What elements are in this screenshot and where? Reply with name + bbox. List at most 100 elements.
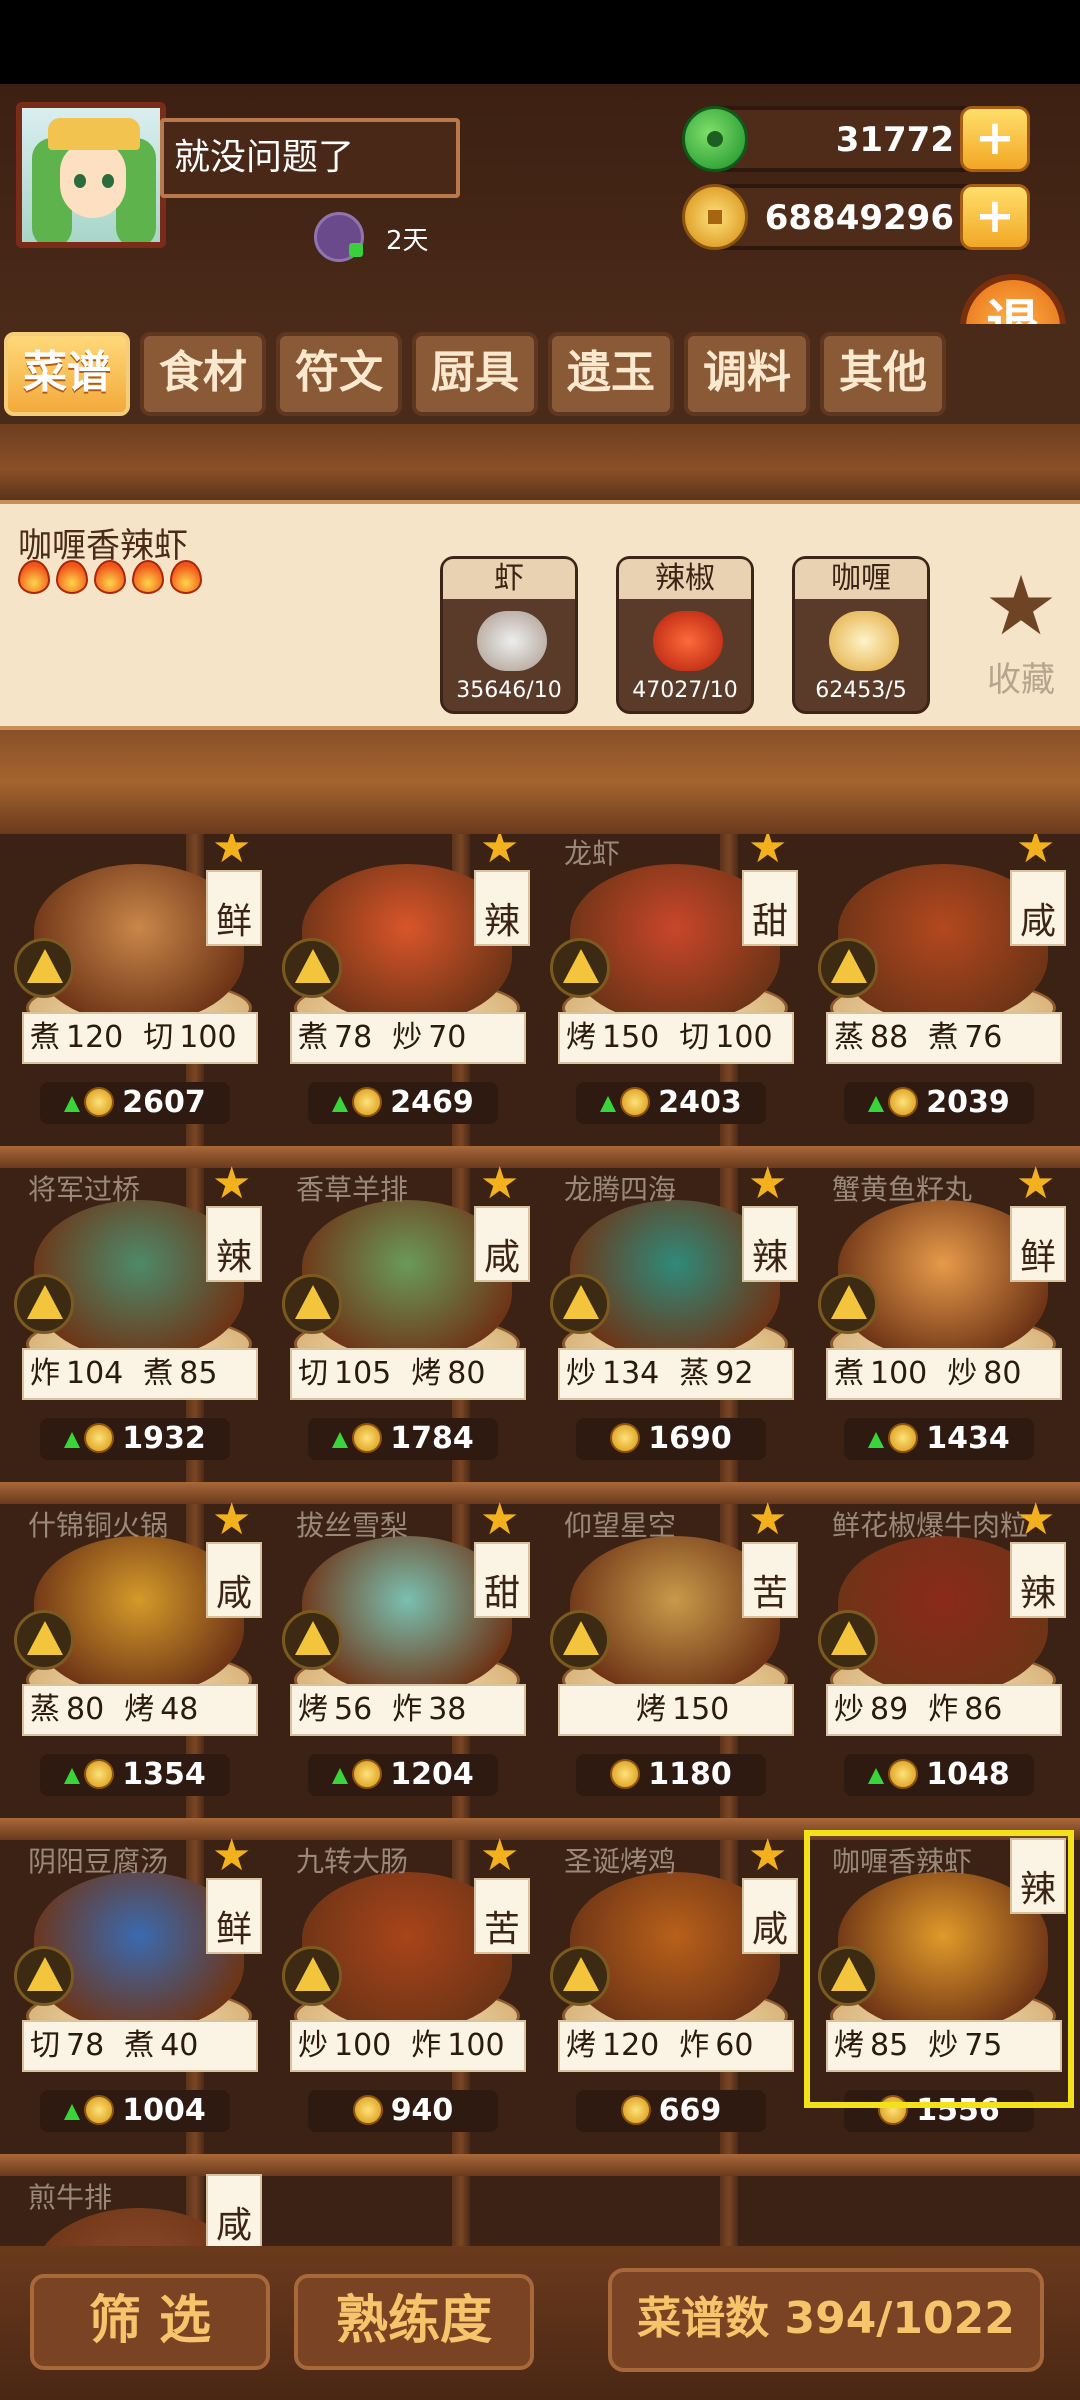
tab-ingredients[interactable]: 食材: [140, 332, 266, 416]
skill-name: 炸: [392, 1692, 423, 1727]
skill-name: 炸: [30, 1356, 60, 1391]
skill-name: 烤: [566, 2028, 596, 2063]
player-avatar[interactable]: [16, 102, 166, 248]
recipe-price: 1048: [844, 1754, 1034, 1796]
recipe-card[interactable]: 煎牛排 咸: [6, 2172, 264, 2246]
recipe-card[interactable]: 香草羊排 ★ 咸切 105 烤 80 1784: [274, 1162, 532, 1500]
price-value: 1784: [390, 1421, 474, 1456]
recipe-card[interactable]: 龙腾四海 ★ 辣炒 134 蒸 92 1690: [542, 1162, 800, 1500]
recipe-card[interactable]: 九转大肠 ★ 苦炒 100 炸 100 940: [274, 1834, 532, 2172]
skill-requirements: 烤 150: [558, 1684, 794, 1736]
tab-recipes[interactable]: 菜谱: [4, 332, 130, 416]
skill-requirements: 切 105 烤 80: [290, 1348, 526, 1400]
skill-value: 78: [334, 1020, 373, 1055]
recipe-name: 阴阳豆腐汤: [28, 1845, 169, 1878]
skill-value: 120: [602, 2028, 660, 2063]
filter-button[interactable]: 筛 选: [30, 2274, 270, 2370]
skill-value: 100: [715, 1020, 773, 1055]
recipe-card[interactable]: ★ 鲜煮 120 切 100 2607: [6, 834, 264, 1164]
skill-requirements: 烤 150 切 100: [558, 1012, 794, 1064]
tab-runes[interactable]: 符文: [276, 332, 402, 416]
star-icon: ★: [212, 834, 252, 873]
coin-icon: [352, 1759, 383, 1789]
skill-name: 切: [679, 1020, 710, 1055]
recipe-card[interactable]: 拔丝雪梨 ★ 甜烤 56 炸 38 1204: [274, 1498, 532, 1836]
recipe-card[interactable]: 阴阳豆腐汤 ★ 鲜切 78 煮 40 1004: [6, 1834, 264, 2172]
price-value: 2403: [658, 1085, 742, 1120]
tab-kitchenware[interactable]: 厨具: [412, 332, 538, 416]
recipe-card[interactable]: 鲜花椒爆牛肉粒 ★ 辣炒 89 炸 86 1048: [810, 1498, 1068, 1836]
add-jade-button[interactable]: +: [960, 106, 1030, 172]
price-value: 2469: [390, 1085, 474, 1120]
recipe-card[interactable]: 什锦铜火锅 ★ 咸蒸 80 烤 48 1354: [6, 1498, 264, 1836]
ingredient-count: 47027/10: [632, 678, 738, 703]
skill-value: 80: [66, 1692, 105, 1727]
recipe-price: 669: [576, 2090, 766, 2132]
rank-badge-icon: [14, 1274, 74, 1334]
recipe-card[interactable]: 将军过桥 ★ 辣炸 104 煮 85 1932: [6, 1158, 264, 1500]
flavor-badge: 咸: [206, 2174, 262, 2246]
skill-name: 蒸: [679, 1356, 710, 1391]
coin-icon: [620, 1087, 651, 1117]
proficiency-button[interactable]: 熟练度: [294, 2274, 534, 2370]
rank-badge-icon: [818, 1610, 878, 1670]
status-bar: [0, 0, 1080, 84]
jade-value: 31772: [835, 120, 954, 160]
player-name[interactable]: 就没问题了: [160, 118, 460, 198]
flavor-badge: 鲜: [206, 870, 262, 946]
ingredient-curry[interactable]: 咖喱 62453/5: [792, 556, 930, 714]
flavor-badge: 辣: [474, 870, 530, 946]
skill-name: 炒: [834, 1692, 864, 1727]
skill-requirements: 炒 100 炸 100: [290, 2020, 526, 2072]
flavor-badge: 咸: [474, 1206, 530, 1282]
coin-icon: [84, 1423, 115, 1453]
coin-icon: [352, 2095, 383, 2125]
recipe-card[interactable]: ★ 咸蒸 88 煮 76 2039: [810, 834, 1068, 1164]
coin-icon: [610, 1423, 641, 1453]
ingredient-shrimp[interactable]: 虾 35646/10: [440, 556, 578, 714]
skill-value: 104: [66, 1356, 124, 1391]
recipe-card[interactable]: 圣诞烤鸡 ★ 咸烤 120 炸 60 669: [542, 1834, 800, 2172]
recipe-price: 2469: [308, 1082, 498, 1124]
flavor-badge: 鲜: [206, 1878, 262, 1954]
recipe-card[interactable]: 龙虾 ★ 甜烤 150 切 100 2403: [542, 834, 800, 1164]
recipe-price: 1180: [576, 1754, 766, 1796]
ingredient-label: 咖喱: [795, 559, 927, 599]
skill-name: 煮: [30, 1020, 60, 1055]
skill-value: 89: [870, 1692, 909, 1727]
ingredient-chili[interactable]: 辣椒 47027/10: [616, 556, 754, 714]
skill-value: 38: [428, 1692, 467, 1727]
recipe-name: 蟹黄鱼籽丸: [832, 1173, 973, 1206]
header: 就没问题了 2天 31772 + 68849296 + 退: [0, 84, 1080, 380]
coin-icon: [888, 1759, 919, 1789]
skill-value: 85: [179, 1356, 218, 1391]
skill-value: 100: [447, 2028, 505, 2063]
tab-other[interactable]: 其他: [820, 332, 946, 416]
skill-name: 炸: [928, 1692, 959, 1727]
recipe-card[interactable]: 仰望星空 ★ 苦烤 150 1180: [542, 1498, 800, 1836]
skill-value: 150: [672, 1692, 730, 1727]
skill-requirements: 烤 56 炸 38: [290, 1684, 526, 1736]
star-icon: ★: [1016, 834, 1056, 873]
skill-value: 86: [964, 1692, 1003, 1727]
skill-requirements: 蒸 80 烤 48: [22, 1684, 258, 1736]
tab-seasoning[interactable]: 调料: [684, 332, 810, 416]
vip-icon[interactable]: [314, 212, 364, 262]
skill-name: 炒: [298, 2028, 328, 2063]
chili-icon: [653, 611, 723, 671]
tab-relic-jade[interactable]: 遗玉: [548, 332, 674, 416]
recipe-count: 菜谱数 394/1022: [608, 2268, 1044, 2372]
recipe-card[interactable]: ★ 辣煮 78 炒 70 2469: [274, 834, 532, 1164]
favorite-button[interactable]: ★ 收藏: [976, 562, 1066, 702]
recipe-name: 拔丝雪梨: [296, 1509, 409, 1542]
flame-icon: [170, 560, 202, 594]
skill-name: 蒸: [834, 1020, 864, 1055]
selection-frame: [804, 1830, 1074, 2108]
recipe-name: 九转大肠: [296, 1845, 409, 1878]
star-icon: ★: [212, 1158, 252, 1209]
coin-value: 68849296: [764, 198, 954, 238]
recipe-card[interactable]: 蟹黄鱼籽丸 ★ 鲜煮 100 炒 80 1434: [810, 1162, 1068, 1500]
flame-icon: [132, 560, 164, 594]
add-coin-button[interactable]: +: [960, 184, 1030, 250]
recipe-card[interactable]: 咖喱香辣虾辣烤 85 炒 75 1556: [804, 1830, 1074, 2172]
